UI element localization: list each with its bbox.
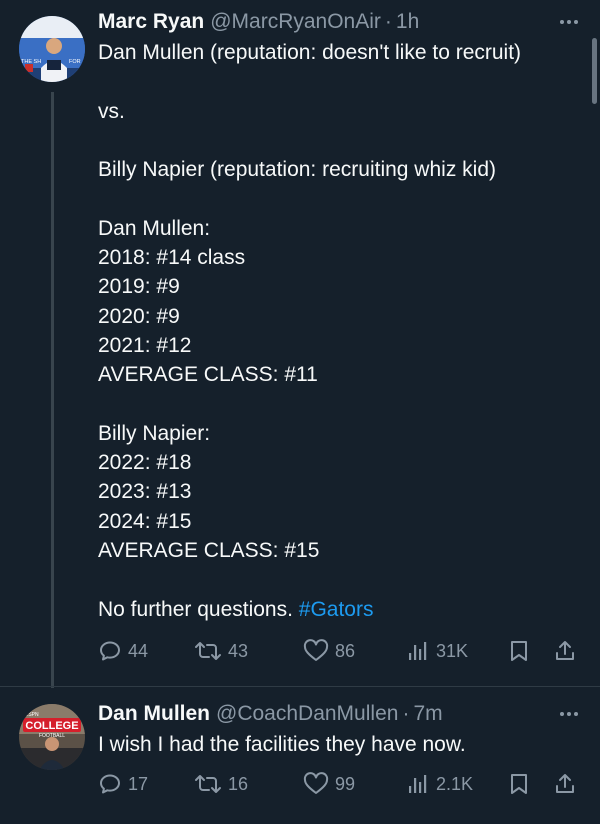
timestamp[interactable]: 7m xyxy=(413,702,442,726)
user-handle[interactable]: @CoachDanMullen xyxy=(216,702,398,726)
timestamp[interactable]: 1h xyxy=(396,10,419,34)
hashtag-link[interactable]: #Gators xyxy=(299,598,374,621)
tweet-text: Dan Mullen (reputation: doesn't like to … xyxy=(98,38,578,624)
heart-icon xyxy=(303,772,329,794)
like-button[interactable]: 99 xyxy=(303,769,355,799)
separator-dot: · xyxy=(402,702,410,725)
views-icon xyxy=(409,642,427,660)
view-count: 31K xyxy=(436,640,469,661)
avatar[interactable]: COLLEGE FOOTBALL ESPN xyxy=(19,704,85,770)
tweet-actions: 44 43 86 31K xyxy=(98,636,580,666)
like-count: 86 xyxy=(335,640,356,661)
retweet-icon xyxy=(195,775,221,793)
bookmark-button[interactable] xyxy=(508,769,530,799)
retweet-icon xyxy=(195,642,221,660)
avatar-banner-text: THE SH xyxy=(21,59,41,65)
view-count: 2.1K xyxy=(436,773,474,794)
views-icon xyxy=(409,775,427,793)
share-icon xyxy=(556,641,574,660)
tweet-header: Dan Mullen @CoachDanMullen · 7m xyxy=(98,702,443,726)
like-count: 99 xyxy=(335,773,356,794)
avatar-side-text: FOR xyxy=(69,59,81,65)
more-options-icon[interactable] xyxy=(560,712,578,716)
retweet-button[interactable]: 43 xyxy=(194,636,248,666)
tweet-dan-mullen[interactable]: COLLEGE FOOTBALL ESPN Dan Mullen @CoachD… xyxy=(0,686,600,824)
thread-line xyxy=(51,92,54,688)
bookmark-icon xyxy=(511,774,527,794)
reply-count: 44 xyxy=(128,640,149,661)
reply-icon xyxy=(100,641,120,661)
separator-dot: · xyxy=(384,10,392,33)
reply-button[interactable]: 44 xyxy=(98,636,148,666)
tweet-header: Marc Ryan @MarcRyanOnAir · 1h xyxy=(98,10,419,34)
views-button[interactable]: 31K xyxy=(406,636,468,666)
reply-icon xyxy=(100,774,120,794)
more-options-icon[interactable] xyxy=(560,20,578,24)
display-name[interactable]: Marc Ryan xyxy=(98,10,204,34)
retweet-count: 16 xyxy=(228,773,249,794)
retweet-button[interactable]: 16 xyxy=(194,769,248,799)
tweet-text: I wish I had the facilities they have no… xyxy=(98,730,578,759)
reply-count: 17 xyxy=(128,773,149,794)
tweet-text-body: I wish I had the facilities they have no… xyxy=(98,733,466,756)
bookmark-button[interactable] xyxy=(508,636,530,666)
reply-button[interactable]: 17 xyxy=(98,769,148,799)
views-button[interactable]: 2.1K xyxy=(406,769,473,799)
display-name[interactable]: Dan Mullen xyxy=(98,702,210,726)
like-button[interactable]: 86 xyxy=(303,636,355,666)
avatar-sub-text: FOOTBALL xyxy=(39,733,65,739)
avatar-press-conference-icon: THE SH FOR xyxy=(19,16,85,82)
share-button[interactable] xyxy=(553,636,577,666)
bookmark-icon xyxy=(511,641,527,661)
tweet-text-body: Dan Mullen (reputation: doesn't like to … xyxy=(98,41,522,621)
avatar[interactable]: THE SH FOR xyxy=(19,16,85,82)
user-handle[interactable]: @MarcRyanOnAir xyxy=(210,10,381,34)
share-button[interactable] xyxy=(553,769,577,799)
heart-icon xyxy=(303,639,329,661)
tweet-marc-ryan[interactable]: THE SH FOR Marc Ryan @MarcRyanOnAir · 1h… xyxy=(0,0,600,688)
tweet-actions: 17 16 99 2.1K xyxy=(98,769,580,799)
share-icon xyxy=(556,774,574,793)
retweet-count: 43 xyxy=(228,640,249,661)
avatar-espn-text: ESPN xyxy=(25,712,39,718)
avatar-college-football-icon: COLLEGE FOOTBALL ESPN xyxy=(19,704,85,770)
avatar-banner-text: COLLEGE xyxy=(25,720,78,732)
